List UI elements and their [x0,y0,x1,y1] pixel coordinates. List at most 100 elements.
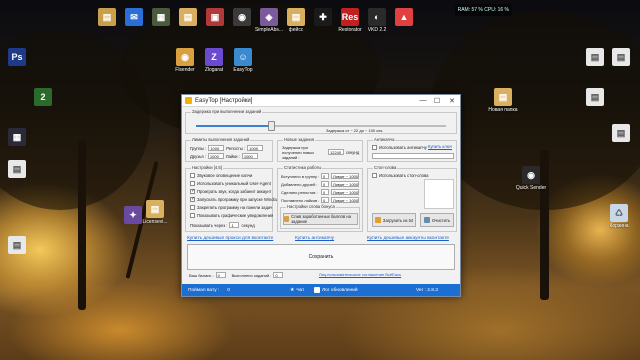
save-button[interactable]: Сохранить [187,244,455,270]
app-icon [185,97,192,104]
desktop-icon[interactable]: 2 [28,88,58,107]
desktop-icon[interactable]: ▣ [200,8,230,27]
desktop-icon[interactable]: ▤ [2,160,32,179]
show-delay-input[interactable]: 1 [229,222,240,228]
new-tasks-unit: секунд [346,149,360,155]
chat-button[interactable]: ★ Чат [290,288,304,293]
desktop-icon[interactable]: Ps [2,48,32,67]
settings-option-checkbox[interactable] [190,188,195,194]
limit-groups-label: Группы : [190,145,207,151]
desktop-icon[interactable]: ♺ Корзина [604,204,634,229]
desktop-icon[interactable]: ◉ Quick Sender [516,166,546,191]
desktop-icon[interactable]: ✉ [119,8,149,27]
star-icon: ★ [290,287,295,293]
settings-option[interactable]: Использовать уникальный User-Agent [190,181,271,186]
app-icon: ✚ [314,8,332,26]
minimize-button[interactable]: — [416,95,430,107]
settings-option-checkbox[interactable] [190,205,195,210]
maximize-button[interactable]: ☐ [430,95,444,107]
desktop-icon-label: Quick Sender [515,185,547,191]
limit-friends-label: Друзья : [190,153,206,159]
stop-words-checkbox-row[interactable]: Использовать стоп-слова [372,173,429,178]
clear-button[interactable]: Очистить [420,213,454,227]
limits-row: Группы : 1000 Репосты : 1000 [190,145,264,151]
app-icon: ▤ [8,160,26,178]
desktop-icon[interactable]: ◉ Flsender [170,48,200,73]
close-button[interactable]: ✕ [444,95,460,107]
app-icon: ▤ [586,88,604,106]
desktop-icon[interactable]: ▤ Новая папка [488,88,518,113]
app-icon: ◈ [260,8,278,26]
anticaptcha-checkbox-row[interactable]: Использовать антикапчу [372,145,427,150]
delay-slider-thumb[interactable] [268,121,275,131]
bonus-drain-button[interactable]: Слив заработанных баллов на задание [283,213,358,225]
desktop-icon[interactable]: ▤ [92,8,122,27]
settings-option-checkbox[interactable] [190,196,195,202]
limits-group: Лимиты выполнения заданий Группы : 1000 … [185,137,273,162]
balance-value: 0 [215,272,226,278]
stats-row-value: 0 [321,173,329,179]
settings-option[interactable]: Запускать программу при запуске Windows [190,196,281,202]
buy-anticaptcha-link[interactable]: Купить антикапчу [295,236,334,241]
anticaptcha-checkbox[interactable] [372,145,377,150]
desktop-icon[interactable]: Z Zlogarat [199,48,229,73]
desktop-icon[interactable]: ▦ [146,8,176,27]
anticaptcha-legend: Антикапча [373,137,396,142]
load-txt-button[interactable]: Загрузить из txt [372,213,416,227]
changelog-button[interactable]: Лог обновлений [314,287,358,293]
points-label: Поймал вату : [188,287,220,293]
desktop-icon[interactable]: ▤ Licensevi... [140,200,170,225]
settings-option-checkbox[interactable] [190,173,195,178]
desktop-icon[interactable]: Res Restorator [335,8,365,33]
limit-friends-input[interactable]: 1000 [207,153,224,159]
desktop-icon[interactable]: ▤ [580,88,610,107]
new-tasks-group: Новые задания Задержка при получении нов… [277,137,363,162]
stats-legend: Статистика работы [283,165,323,170]
delay-slider[interactable] [196,121,446,131]
desktop-icon[interactable]: ▤ [2,236,32,255]
desktop-icon[interactable]: ✚ [308,8,338,27]
stats-row-label: Сделано репостов : [281,189,318,195]
done-value: 0 [273,272,284,278]
stats-row: Поставлено лайков :0 Лимит ~ 1000 [281,197,359,203]
stats-row-label: Добавлено друзей : [281,181,318,187]
desktop-icon[interactable]: ▤ [606,124,636,143]
title-bar[interactable]: EasyTop [Настройки] — ☐ ✕ [182,95,460,107]
system-tray-widget[interactable]: RAM: 57 % CPU: 16 % [454,4,512,16]
desktop-icon[interactable]: ▤ [173,8,203,27]
log-icon [314,287,320,293]
limit-likes-input[interactable]: 1000 [241,153,258,159]
desktop-icon[interactable]: ◈ SimpleAbs... [254,8,284,33]
stop-words-textarea[interactable] [424,179,454,209]
desktop-icon[interactable]: ◉ [227,8,257,27]
settings-option[interactable]: Закрепить программу на панели задач [190,205,272,210]
agreement-link[interactable]: Лиц.пользовательское соглашение ВсёЕась [319,272,401,277]
chat-label: Чат [296,287,305,293]
desktop-icon[interactable]: ▲ [389,8,419,27]
limit-reposts-input[interactable]: 1000 [247,145,264,151]
stop-words-checkbox[interactable] [372,173,377,178]
desktop-icon-label: Новая папка [488,107,518,113]
buy-accounts-link[interactable]: Купить дешевые аккаунты вконтакте [367,236,449,241]
buy-key-link[interactable]: Купить ключ [428,144,452,149]
desktop-icon[interactable]: ▤ [606,48,636,67]
desktop-icon-label: Restorator [338,27,362,33]
settings-option-checkbox[interactable] [190,181,195,186]
stop-words-checkbox-label: Использовать стоп-слова [379,173,429,178]
desktop-icon[interactable]: ◐ VKD 2.2 [362,8,392,33]
desktop-icon-label: SimpleAbs... [254,27,284,33]
desktop-icon-label: фейсс [288,27,304,33]
limit-groups-input[interactable]: 1000 [208,145,225,151]
desktop-icon[interactable]: ☺ EasyTop [228,48,258,73]
settings-option[interactable]: Показывать графические уведомления [190,213,273,218]
points-item: Поймал вату : 0 [188,288,230,293]
buy-proxy-link[interactable]: Купить дешевые прокси для вконтакте [187,236,273,241]
desktop-icon[interactable]: ▦ [2,128,32,147]
settings-option[interactable]: Звуковое оповещение капчи [190,173,252,178]
anticaptcha-key-input[interactable] [372,153,454,159]
show-delay-label: Показывать через : [190,222,228,228]
settings-option[interactable]: Проиграть звук, когда забанит аккаунт [190,188,271,194]
settings-option-checkbox[interactable] [190,213,195,218]
new-tasks-delay-input[interactable]: 12240 [328,149,344,155]
desktop-icon[interactable]: ▤ фейсс [281,8,311,33]
